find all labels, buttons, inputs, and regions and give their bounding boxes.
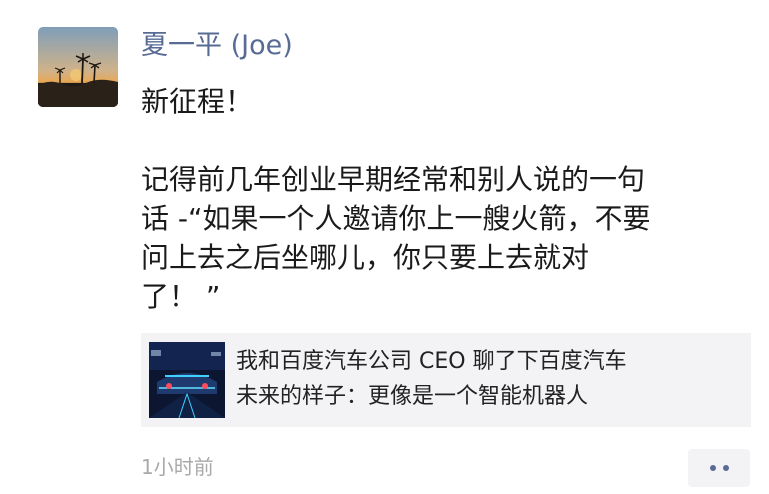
link-title-line: 我和百度汽车公司 CEO 聊了下百度汽车 — [236, 349, 627, 374]
post-line: 了！ ” — [141, 280, 221, 313]
post-headline: 新征程！ — [141, 85, 254, 118]
more-dots-icon[interactable] — [688, 449, 750, 487]
shared-link-card[interactable]: 我和百度汽车公司 CEO 聊了下百度汽车 未来的样子：更像是一个智能机器人 — [141, 333, 751, 427]
author-name[interactable]: 夏一平 (Joe) — [141, 26, 293, 66]
dot — [709, 465, 716, 471]
sunset-palm-photo — [38, 53, 118, 107]
link-thumbnail — [149, 342, 225, 418]
link-title-line: 未来的样子：更像是一个智能机器人 — [236, 384, 589, 409]
dot — [722, 465, 729, 471]
car-tech-thumbnail — [149, 342, 225, 418]
avatar[interactable] — [38, 27, 118, 107]
post-line: 记得前几年创业早期经常和别人说的一句 — [141, 163, 646, 196]
post-timestamp: 1小时前 — [141, 455, 214, 479]
post-line: 话 -“如果一个人邀请你上一艘火箭，不要 — [141, 202, 651, 235]
post-text: 新征程！ 记得前几年创业早期经常和别人说的一句 话 -“如果一个人邀请你上一艘火… — [141, 82, 741, 316]
post-line: 问上去之后坐哪儿，你只要上去就对 — [141, 241, 590, 274]
link-title: 我和百度汽车公司 CEO 聊了下百度汽车 未来的样子：更像是一个智能机器人 — [236, 344, 741, 414]
